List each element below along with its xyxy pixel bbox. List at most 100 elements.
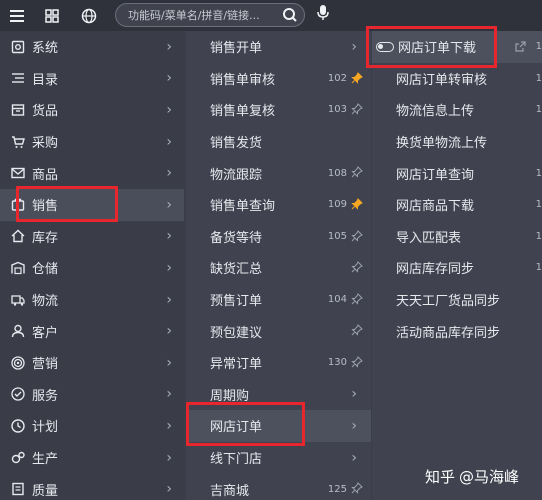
submenu-item-label: 销售开单 [210, 41, 263, 57]
sidebar-item-goods[interactable]: 货品 › [0, 94, 184, 126]
submenu-item[interactable]: 销售发货 [186, 126, 371, 158]
sidebar-item-sales[interactable]: 销售 › [0, 188, 184, 221]
thirdmenu-item-label: 网店订单下载 [398, 41, 477, 57]
watermark: 知乎 @马海峰 [425, 466, 519, 487]
submenu-item-label: 预售订单 [210, 294, 263, 310]
thirdmenu-item-download[interactable]: 网店订单下载 1 [372, 31, 542, 63]
function-code: 108 [327, 167, 347, 179]
thirdmenu-item-label: 网店库存同步 [396, 262, 475, 278]
search-box[interactable] [115, 3, 305, 27]
thirdmenu-item[interactable]: 网店库存同步 1 [372, 252, 542, 284]
sidebar-item-label: 服务 [32, 388, 59, 404]
submenu-item[interactable]: 备货等待 105 [186, 221, 371, 253]
thirdmenu-item[interactable]: 网店订单转审核 1 [372, 63, 542, 95]
thirdmenu-item[interactable]: 网店订单查询 1 [372, 157, 542, 189]
pin-icon[interactable] [351, 198, 363, 214]
submenu-item[interactable]: 周期购 › [186, 379, 371, 411]
service-icon [10, 386, 26, 402]
pin-icon[interactable] [351, 261, 363, 277]
thirdmenu-item[interactable]: 活动商品库存同步 [372, 315, 542, 347]
sidebar-item-label: 库存 [32, 230, 59, 246]
pin-icon[interactable] [351, 324, 363, 340]
sidebar-item-purchase[interactable]: 采购 › [0, 126, 184, 158]
pin-icon[interactable] [351, 356, 363, 372]
mail-icon [10, 165, 26, 181]
submenu-item[interactable]: 预售订单 104 [186, 284, 371, 316]
submenu-item-label: 预包建议 [210, 325, 263, 341]
function-code: 130 [327, 357, 347, 369]
sidebar-item-label: 计划 [32, 420, 59, 436]
thirdmenu-item-label: 活动商品库存同步 [396, 325, 501, 341]
submenu-item-label: 销售单查询 [210, 199, 276, 215]
submenu-item-label: 销售发货 [210, 136, 263, 152]
function-code: 104 [327, 294, 347, 306]
thirdmenu-item[interactable]: 物流信息上传 1 [372, 94, 542, 126]
sales-icon [10, 197, 26, 213]
sidebar-item-logistics[interactable]: 物流 › [0, 284, 184, 316]
chevron-right-icon: › [166, 196, 172, 213]
search-icon[interactable] [282, 7, 298, 27]
sidebar-item-label: 营销 [32, 357, 59, 373]
microphone-icon[interactable] [316, 4, 330, 26]
sidebar-item-system[interactable]: 系统 › [0, 31, 184, 63]
thirdmenu-item-label: 导入匹配表 [396, 230, 462, 246]
thirdmenu-item[interactable]: 天天工厂货品同步 [372, 284, 542, 316]
sidebar-item-inventory[interactable]: 库存 › [0, 221, 184, 253]
sidebar-item-label: 客户 [32, 325, 59, 341]
sidebar-item-label: 质量 [32, 483, 59, 499]
globe-icon[interactable] [77, 4, 101, 28]
search-input[interactable] [128, 8, 278, 22]
submenu-item[interactable]: 缺货汇总 [186, 252, 371, 284]
pin-icon[interactable] [351, 482, 363, 498]
submenu-item[interactable]: 吉商城 125 [186, 473, 371, 500]
truck-icon [10, 292, 26, 308]
submenu-item-label: 销售单审核 [210, 72, 276, 88]
function-code: 105 [327, 230, 347, 242]
submenu-item-label: 周期购 [210, 388, 250, 404]
pin-icon[interactable] [351, 71, 363, 88]
pin-icon[interactable] [351, 292, 363, 309]
settings-icon [10, 39, 26, 55]
submenu-item[interactable]: 线下门店 › [186, 442, 371, 474]
submenu-item[interactable]: 异常订单 130 [186, 347, 371, 379]
submenu-item-online-orders[interactable]: 网店订单 › [186, 410, 371, 442]
pin-icon[interactable] [351, 229, 363, 246]
submenu-item[interactable]: 销售开单 › [186, 31, 371, 63]
chevron-right-icon: › [166, 38, 172, 55]
external-link-icon[interactable] [515, 41, 526, 56]
sidebar-item-plan[interactable]: 计划 › [0, 410, 184, 442]
sidebar-item-customers[interactable]: 客户 › [0, 315, 184, 347]
toggle-icon[interactable] [376, 41, 394, 52]
thirdmenu-item[interactable]: 网店商品下载 1 [372, 189, 542, 221]
apps-icon[interactable] [40, 4, 64, 28]
submenu-item[interactable]: 预包建议 [186, 315, 371, 347]
submenu-item[interactable]: 销售单查询 109 [186, 189, 371, 221]
warehouse-icon [10, 260, 26, 276]
sidebar-item-marketing[interactable]: 营销 › [0, 347, 184, 379]
sidebar-item-production[interactable]: 生产 › [0, 442, 184, 474]
watermark-author: @马海峰 [459, 468, 520, 486]
submenu-item[interactable]: 销售单复核 103 [186, 94, 371, 126]
chevron-right-icon: › [351, 386, 357, 403]
function-code: 103 [327, 104, 347, 116]
sidebar-item-products[interactable]: 商品 › [0, 157, 184, 189]
sidebar-item-service[interactable]: 服务 › [0, 379, 184, 411]
sidebar-item-warehouse[interactable]: 仓储 › [0, 252, 184, 284]
pin-icon[interactable] [351, 166, 363, 182]
submenu-item[interactable]: 销售单审核 102 [186, 63, 371, 95]
submenu-item[interactable]: 物流跟踪 108 [186, 157, 371, 189]
thirdmenu-item[interactable]: 换货单物流上传 [372, 126, 542, 158]
menu-icon[interactable] [5, 4, 29, 28]
chevron-right-icon: › [166, 417, 172, 434]
sidebar-item-catalog[interactable]: 目录 › [0, 63, 184, 95]
cart-icon [10, 134, 26, 150]
chevron-right-icon: › [166, 291, 172, 308]
thirdmenu-item-label: 网店商品下载 [396, 199, 475, 215]
sidebar-item-label: 仓储 [32, 262, 59, 278]
chevron-right-icon: › [166, 354, 172, 371]
thirdmenu-item[interactable]: 导入匹配表 1 [372, 221, 542, 253]
sidebar-item-label: 采购 [32, 136, 59, 152]
sidebar-item-quality[interactable]: 质量 › [0, 473, 184, 500]
function-code: 102 [327, 72, 347, 84]
pin-icon[interactable] [351, 103, 363, 119]
